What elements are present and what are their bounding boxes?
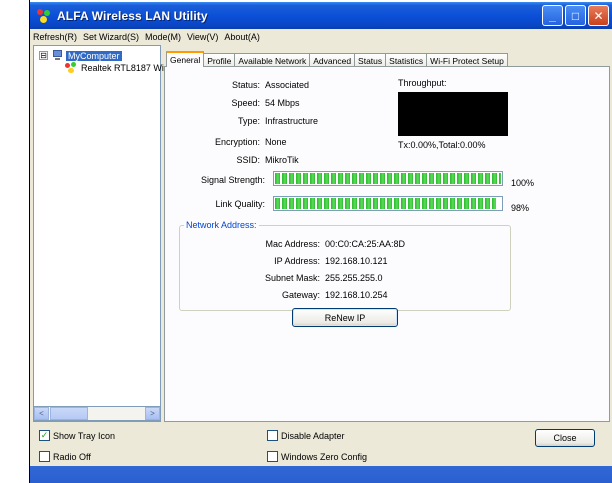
link-quality-fill [275,198,497,209]
gateway-value: 192.168.10.254 [325,290,388,300]
link-quality-bar [273,196,503,211]
tab-wifi-protect-setup[interactable]: Wi-Fi Protect Setup [426,53,508,67]
menu-set-wizard[interactable]: Set Wizard(S) [83,32,139,42]
speed-value: 54 Mbps [265,98,300,108]
app-window: ALFA Wireless LAN Utility _ □ ✕ Refresh(… [30,2,612,483]
radio-off-label: Radio Off [53,451,91,462]
speed-label: Speed: [231,98,260,108]
checkbox-icon[interactable] [39,451,50,462]
mac-row: Mac Address: 00:C0:CA:25:AA:8D [180,239,405,249]
ip-value: 192.168.10.121 [325,256,388,266]
subnet-label: Subnet Mask: [264,273,320,283]
menu-refresh[interactable]: Refresh(R) [33,32,77,42]
windows-zero-config-checkbox[interactable]: Windows Zero Config [267,451,367,462]
encryption-label: Encryption: [214,137,260,147]
renew-ip-button[interactable]: ReNew IP [292,308,398,327]
signal-strength-fill [275,173,501,184]
ssid-row: SSID: MikroTik [165,155,299,165]
close-button[interactable]: Close [535,429,595,447]
ip-label: IP Address: [274,256,320,266]
type-row: Type: Infrastructure [165,116,318,126]
minimize-button[interactable]: _ [542,5,563,26]
gateway-row: Gateway: 192.168.10.254 [180,290,388,300]
checkbox-icon[interactable] [267,451,278,462]
tab-general[interactable]: General [166,51,205,67]
link-quality-label: Link Quality: [215,199,265,209]
tree-adapter-label: Realtek RTL8187 Wir [81,63,167,73]
maximize-button[interactable]: □ [565,5,586,26]
link-quality-percent: 98% [511,203,530,213]
network-address-title: Network Address: [184,220,259,230]
ip-row: IP Address: 192.168.10.121 [180,256,388,266]
tab-advanced[interactable]: Advanced [309,53,356,67]
show-tray-icon-label: Show Tray Icon [53,430,116,441]
scroll-thumb[interactable] [50,407,88,420]
computer-icon [52,50,63,61]
background-strip [0,0,30,483]
menu-bar: Refresh(R) Set Wizard(S) Mode(M) View(V)… [30,29,612,44]
windows-zero-config-label: Windows Zero Config [281,451,368,462]
window-title: ALFA Wireless LAN Utility [57,8,208,23]
tab-available-network[interactable]: Available Network [234,53,311,67]
throughput-graph [398,92,508,136]
checkbox-checked-icon[interactable]: ✓ [39,430,50,441]
ssid-label: SSID: [236,155,260,165]
disable-adapter-checkbox[interactable]: Disable Adapter [267,430,345,441]
status-value: Associated [265,80,310,90]
speed-row: Speed: 54 Mbps [165,98,300,108]
general-tab-panel: Status: Associated Speed: 54 Mbps Type: … [164,66,610,422]
menu-view[interactable]: View(V) [187,32,218,42]
tab-statistics[interactable]: Statistics [385,53,428,67]
collapse-icon[interactable]: ⊟ [39,51,48,60]
tree-root-label: MyComputer [66,50,122,61]
signal-strength-label: Signal Strength: [200,175,265,185]
app-icon [36,8,52,24]
title-bar[interactable]: ALFA Wireless LAN Utility _ □ ✕ [30,2,612,29]
throughput-title: Throughput: [398,78,447,88]
radio-off-checkbox[interactable]: Radio Off [39,451,91,462]
checkbox-icon[interactable] [267,430,278,441]
scroll-right-icon[interactable]: > [145,407,160,420]
encryption-row: Encryption: None [165,137,287,147]
ssid-value: MikroTik [265,155,299,165]
subnet-row: Subnet Mask: 255.255.255.0 [180,273,383,283]
type-value: Infrastructure [265,116,319,126]
subnet-value: 255.255.255.0 [325,273,383,283]
network-address-group: Network Address: Mac Address: 00:C0:CA:2… [179,220,511,311]
menu-about[interactable]: About(A) [224,32,260,42]
tree-horizontal-scrollbar[interactable]: < > [33,406,161,421]
tab-strip: General Profile Available Network Advanc… [166,51,508,67]
type-label: Type: [237,116,260,126]
wireless-adapter-icon [65,62,78,74]
status-row: Status: Associated [165,80,309,90]
tree-item-adapter[interactable]: Realtek RTL8187 Wir [65,62,167,74]
throughput-caption: Tx:0.00%,Total:0.00% [398,140,486,150]
disable-adapter-label: Disable Adapter [281,430,345,441]
device-tree: ⊟ MyComputer Realtek RTL8187 Wir [33,45,167,422]
scroll-left-icon[interactable]: < [34,407,49,420]
encryption-value: None [265,137,287,147]
tab-status[interactable]: Status [354,53,387,67]
close-window-button[interactable]: ✕ [588,5,609,26]
show-tray-icon-checkbox[interactable]: ✓ Show Tray Icon [39,430,115,441]
signal-strength-bar [273,171,503,186]
tree-item-mycomputer[interactable]: ⊟ MyComputer [39,50,122,61]
signal-strength-percent: 100% [511,178,535,188]
taskbar [30,466,612,483]
tab-profile[interactable]: Profile [203,53,236,67]
mac-value: 00:C0:CA:25:AA:8D [325,239,406,249]
menu-mode[interactable]: Mode(M) [145,32,181,42]
gateway-label: Gateway: [281,290,320,300]
mac-label: Mac Address: [265,239,320,249]
status-label: Status: [231,80,260,90]
